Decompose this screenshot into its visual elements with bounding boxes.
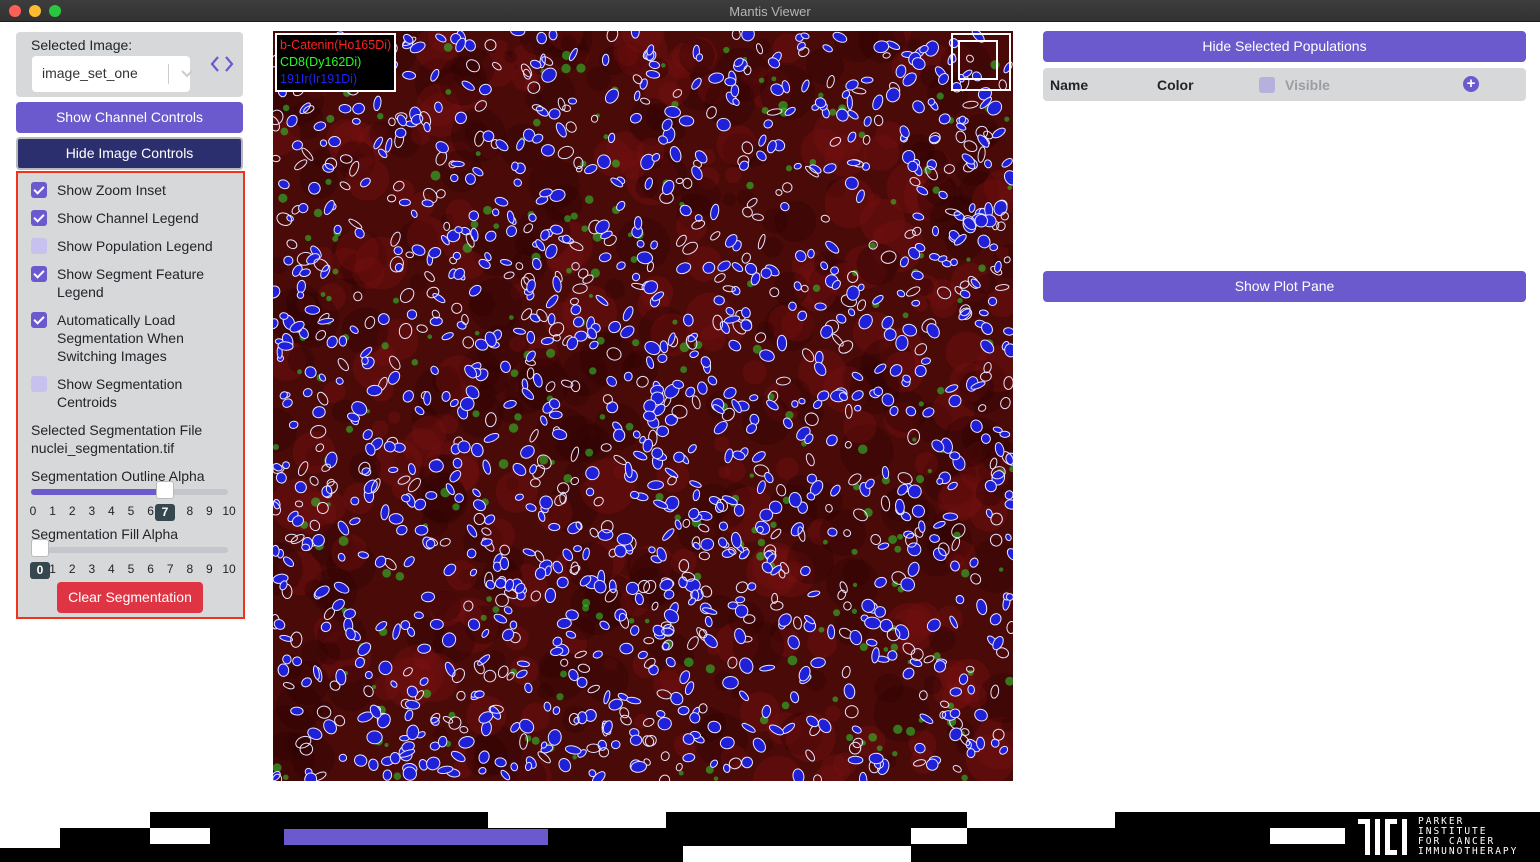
slider-tick-label: 4: [108, 504, 115, 518]
slider-tick-label: 7: [166, 562, 174, 576]
checkbox-label: Show Channel Legend: [57, 210, 199, 226]
outline-alpha-fill: [31, 489, 165, 495]
dropdown-separator: [168, 64, 169, 84]
fill-alpha-slider[interactable]: [31, 539, 228, 557]
column-color: Color: [1157, 77, 1194, 93]
image-select-dropdown[interactable]: image_set_one: [32, 56, 193, 92]
image-viewer[interactable]: b-Catenin(Ho165Di) CD8(Dy162Di) 191Ir(Ir…: [273, 31, 1013, 781]
outline-alpha-value-badge: 7: [155, 504, 175, 521]
visible-all-checkbox[interactable]: [1259, 77, 1275, 93]
checkbox[interactable]: [31, 238, 47, 254]
legend-channel-blue: 191Ir(Ir191Di): [280, 72, 358, 86]
slider-tick-label: 10: [222, 504, 236, 518]
checkbox[interactable]: [31, 266, 47, 282]
checkbox-label: Automatically Load Segmentation When Swi…: [57, 312, 184, 364]
slider-tick-label: 3: [88, 504, 96, 518]
pici-logo-text: PARKER INSTITUTE FOR CANCER IMMUNOTHERAP…: [1418, 817, 1518, 857]
checkbox-label: Show Segment Feature Legend: [57, 266, 205, 300]
checkbox[interactable]: [31, 210, 47, 226]
slider-tick-label: 2: [68, 504, 76, 518]
image-controls-panel: Show Zoom Inset Show Channel Legend Show…: [16, 171, 245, 619]
banner-block: [150, 828, 210, 844]
selected-image-label: Selected Image:: [31, 37, 133, 53]
fill-alpha-label: Segmentation Fill Alpha: [31, 526, 179, 542]
slider-tick-label: 1: [49, 562, 56, 576]
image-select-value: image_set_one: [42, 65, 138, 81]
footer-banner: [0, 812, 1540, 862]
segmentation-file-label: Selected Segmentation File: [31, 422, 203, 438]
column-visible: Visible: [1285, 77, 1330, 93]
fill-alpha-value-badge: 0: [30, 562, 50, 579]
fill-alpha-thumb[interactable]: [31, 539, 49, 557]
plus-circle-icon[interactable]: +: [1463, 76, 1479, 92]
slider-tick-label: 9: [206, 562, 213, 576]
slider-tick-label: 8: [186, 504, 194, 518]
slider-tick-label: 9: [206, 504, 213, 518]
banner-block: [150, 812, 488, 828]
title-bar: Mantis Viewer: [0, 0, 1540, 22]
chevron-down-icon[interactable]: [178, 64, 196, 82]
legend-channel-green: CD8(Dy162Di): [280, 55, 362, 69]
banner-accent-block: [284, 829, 548, 845]
zoom-inset[interactable]: [951, 33, 1011, 91]
banner-block: [683, 846, 911, 862]
right-panel: Hide Selected Populations Name Color Vis…: [1043, 31, 1526, 302]
slider-tick-label: 5: [127, 562, 135, 576]
outline-alpha-slider[interactable]: [31, 481, 228, 499]
show-plot-pane-button[interactable]: Show Plot Pane: [1043, 271, 1526, 302]
show-channel-controls-button[interactable]: Show Channel Controls: [16, 102, 243, 133]
slider-tick-label: 2: [68, 562, 76, 576]
channel-legend: b-Catenin(Ho165Di) CD8(Dy162Di) 191Ir(Ir…: [275, 33, 397, 92]
left-panel: Selected Image: image_set_one Show Chann…: [16, 32, 243, 170]
slider-tick-label: 6: [147, 562, 154, 576]
checkbox-label: Show Segmentation Centroids: [57, 376, 183, 410]
window-title: Mantis Viewer: [729, 4, 811, 19]
banner-block: [666, 812, 967, 828]
slider-tick-label: 1: [49, 504, 56, 518]
populations-table-header: Name Color Visible +: [1043, 68, 1526, 101]
clear-segmentation-button[interactable]: Clear Segmentation: [57, 582, 203, 613]
column-name: Name: [1050, 77, 1089, 93]
segmentation-image: [273, 31, 1013, 781]
slider-tick-label: 5: [127, 504, 135, 518]
checkbox[interactable]: [31, 376, 47, 392]
checkbox-label: Show Zoom Inset: [57, 182, 166, 198]
slider-tick-label: 8: [186, 562, 194, 576]
slider-tick-label: 10: [222, 562, 236, 576]
pici-logo: PARKER INSTITUTE FOR CANCER IMMUNOTHERAP…: [1356, 817, 1536, 859]
logo-line: IMMUNOTHERAPY: [1418, 846, 1519, 857]
banner-block: [911, 828, 967, 844]
prev-next-image-icon[interactable]: [209, 54, 235, 80]
slider-tick-label: 6: [147, 504, 154, 518]
checkbox-label: Show Population Legend: [57, 238, 213, 254]
hide-selected-populations-button[interactable]: Hide Selected Populations: [1043, 31, 1526, 62]
segmentation-file-value: nuclei_segmentation.tif: [31, 440, 175, 456]
slider-tick-label: 3: [88, 562, 96, 576]
checkbox[interactable]: [31, 182, 47, 198]
banner-block: [0, 844, 60, 848]
outline-alpha-thumb[interactable]: [156, 481, 174, 499]
banner-block: [1270, 828, 1345, 844]
outline-alpha-label: Segmentation Outline Alpha: [31, 468, 205, 484]
zoom-inset-viewport[interactable]: [958, 40, 998, 80]
slider-tick-label: 0: [29, 504, 37, 518]
legend-channel-red: b-Catenin(Ho165Di): [280, 38, 392, 52]
checkbox[interactable]: [31, 312, 47, 328]
slider-tick-label: 4: [108, 562, 115, 576]
image-selector-box: Selected Image: image_set_one: [16, 32, 243, 97]
pici-logo-mark: [1358, 819, 1407, 855]
hide-image-controls-button[interactable]: Hide Image Controls: [16, 137, 243, 170]
